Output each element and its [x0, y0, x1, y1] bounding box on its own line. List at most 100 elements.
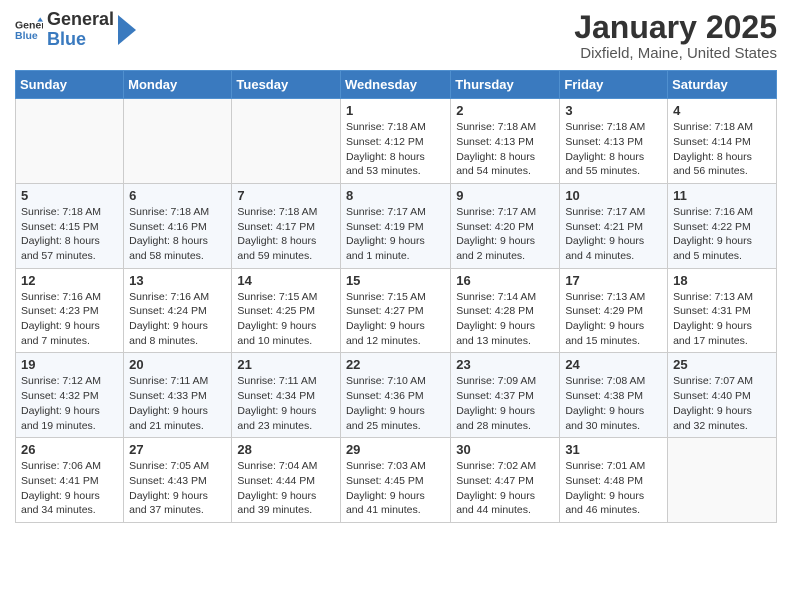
day-number: 10 — [565, 188, 662, 203]
day-number: 14 — [237, 273, 335, 288]
day-number: 24 — [565, 357, 662, 372]
day-number: 2 — [456, 103, 554, 118]
table-row — [668, 438, 777, 523]
month-title: January 2025 — [574, 10, 777, 45]
day-info: Sunrise: 7:18 AMSunset: 4:13 PMDaylight:… — [456, 120, 554, 179]
calendar-week-row: 26Sunrise: 7:06 AMSunset: 4:41 PMDayligh… — [16, 438, 777, 523]
day-info: Sunrise: 7:11 AMSunset: 4:33 PMDaylight:… — [129, 374, 226, 433]
col-friday: Friday — [560, 71, 668, 99]
title-block: January 2025 Dixfield, Maine, United Sta… — [574, 10, 777, 62]
table-row: 22Sunrise: 7:10 AMSunset: 4:36 PMDayligh… — [340, 353, 450, 438]
day-info: Sunrise: 7:17 AMSunset: 4:21 PMDaylight:… — [565, 205, 662, 264]
day-info: Sunrise: 7:18 AMSunset: 4:16 PMDaylight:… — [129, 205, 226, 264]
table-row: 4Sunrise: 7:18 AMSunset: 4:14 PMDaylight… — [668, 99, 777, 184]
day-number: 7 — [237, 188, 335, 203]
table-row: 6Sunrise: 7:18 AMSunset: 4:16 PMDaylight… — [124, 183, 232, 268]
table-row: 15 Sunrise: 7:15 AMSunset: 4:27 PMDayligh… — [340, 268, 450, 353]
day-info: Sunrise: 7:02 AMSunset: 4:47 PMDaylight:… — [456, 459, 554, 518]
day-number: 18 — [673, 273, 771, 288]
table-row: 1 Sunrise: 7:18 AMSunset: 4:12 PMDaylight… — [340, 99, 450, 184]
calendar-week-row: 5 Sunrise: 7:18 AMSunset: 4:15 PMDaylight… — [16, 183, 777, 268]
header: General Blue General Blue January 2025 D… — [15, 10, 777, 62]
logo-icon: General Blue — [15, 16, 43, 44]
day-info: Sunrise: 7:18 AMSunset: 4:13 PMDaylight:… — [565, 120, 662, 179]
day-info: Sunrise: 7:15 AMSunset: 4:27 PMDaylight:… — [346, 290, 445, 349]
calendar-week-row: 1 Sunrise: 7:18 AMSunset: 4:12 PMDaylight… — [16, 99, 777, 184]
table-row: 10 Sunrise: 7:17 AMSunset: 4:21 PMDayligh… — [560, 183, 668, 268]
day-info: Sunrise: 7:03 AMSunset: 4:45 PMDaylight:… — [346, 459, 445, 518]
day-info: Sunrise: 7:18 AMSunset: 4:15 PMDaylight:… — [21, 205, 118, 264]
table-row: 2 Sunrise: 7:18 AMSunset: 4:13 PMDaylight… — [451, 99, 560, 184]
table-row: 7Sunrise: 7:18 AMSunset: 4:17 PMDaylight… — [232, 183, 341, 268]
day-number: 28 — [237, 442, 335, 457]
logo-general-text: General — [47, 10, 114, 30]
table-row: 14 Sunrise: 7:15 AMSunset: 4:25 PMDayligh… — [232, 268, 341, 353]
location-title: Dixfield, Maine, United States — [574, 45, 777, 62]
table-row: 24 Sunrise: 7:08 AMSunset: 4:38 PMDayligh… — [560, 353, 668, 438]
day-number: 23 — [456, 357, 554, 372]
day-info: Sunrise: 7:16 AMSunset: 4:22 PMDaylight:… — [673, 205, 771, 264]
table-row: 20Sunrise: 7:11 AMSunset: 4:33 PMDayligh… — [124, 353, 232, 438]
day-info: Sunrise: 7:13 AMSunset: 4:29 PMDaylight:… — [565, 290, 662, 349]
day-number: 9 — [456, 188, 554, 203]
day-info: Sunrise: 7:08 AMSunset: 4:38 PMDaylight:… — [565, 374, 662, 433]
col-thursday: Thursday — [451, 71, 560, 99]
table-row: 12Sunrise: 7:16 AMSunset: 4:23 PMDayligh… — [16, 268, 124, 353]
table-row: 28 Sunrise: 7:04 AMSunset: 4:44 PMDayligh… — [232, 438, 341, 523]
day-number: 3 — [565, 103, 662, 118]
table-row: 9 Sunrise: 7:17 AMSunset: 4:20 PMDaylight… — [451, 183, 560, 268]
day-info: Sunrise: 7:18 AMSunset: 4:12 PMDaylight:… — [346, 120, 445, 179]
day-number: 12 — [21, 273, 118, 288]
table-row: 25 Sunrise: 7:07 AMSunset: 4:40 PMDayligh… — [668, 353, 777, 438]
day-info: Sunrise: 7:11 AMSunset: 4:34 PMDaylight:… — [237, 374, 335, 433]
day-info: Sunrise: 7:17 AMSunset: 4:20 PMDaylight:… — [456, 205, 554, 264]
day-info: Sunrise: 7:05 AMSunset: 4:43 PMDaylight:… — [129, 459, 226, 518]
col-wednesday: Wednesday — [340, 71, 450, 99]
day-number: 27 — [129, 442, 226, 457]
day-info: Sunrise: 7:01 AMSunset: 4:48 PMDaylight:… — [565, 459, 662, 518]
logo-blue-text: Blue — [47, 30, 114, 50]
day-number: 30 — [456, 442, 554, 457]
table-row: 21 Sunrise: 7:11 AMSunset: 4:34 PMDayligh… — [232, 353, 341, 438]
day-number: 21 — [237, 357, 335, 372]
table-row: 29 Sunrise: 7:03 AMSunset: 4:45 PMDayligh… — [340, 438, 450, 523]
day-number: 8 — [346, 188, 445, 203]
day-info: Sunrise: 7:12 AMSunset: 4:32 PMDaylight:… — [21, 374, 118, 433]
day-info: Sunrise: 7:17 AMSunset: 4:19 PMDaylight:… — [346, 205, 445, 264]
table-row — [124, 99, 232, 184]
day-info: Sunrise: 7:14 AMSunset: 4:28 PMDaylight:… — [456, 290, 554, 349]
col-tuesday: Tuesday — [232, 71, 341, 99]
day-number: 19 — [21, 357, 118, 372]
day-info: Sunrise: 7:18 AMSunset: 4:14 PMDaylight:… — [673, 120, 771, 179]
logo: General Blue General Blue — [15, 10, 136, 50]
day-number: 11 — [673, 188, 771, 203]
day-number: 5 — [21, 188, 118, 203]
col-monday: Monday — [124, 71, 232, 99]
table-row: 23Sunrise: 7:09 AMSunset: 4:37 PMDayligh… — [451, 353, 560, 438]
table-row: 18 Sunrise: 7:13 AMSunset: 4:31 PMDayligh… — [668, 268, 777, 353]
table-row: 3 Sunrise: 7:18 AMSunset: 4:13 PMDaylight… — [560, 99, 668, 184]
table-row: 16Sunrise: 7:14 AMSunset: 4:28 PMDayligh… — [451, 268, 560, 353]
table-row: 19 Sunrise: 7:12 AMSunset: 4:32 PMDayligh… — [16, 353, 124, 438]
day-info: Sunrise: 7:10 AMSunset: 4:36 PMDaylight:… — [346, 374, 445, 433]
day-info: Sunrise: 7:16 AMSunset: 4:24 PMDaylight:… — [129, 290, 226, 349]
day-number: 29 — [346, 442, 445, 457]
day-info: Sunrise: 7:06 AMSunset: 4:41 PMDaylight:… — [21, 459, 118, 518]
table-row: 17Sunrise: 7:13 AMSunset: 4:29 PMDayligh… — [560, 268, 668, 353]
svg-text:Blue: Blue — [15, 30, 38, 42]
table-row: 5 Sunrise: 7:18 AMSunset: 4:15 PMDaylight… — [16, 183, 124, 268]
day-info: Sunrise: 7:07 AMSunset: 4:40 PMDaylight:… — [673, 374, 771, 433]
table-row: 26Sunrise: 7:06 AMSunset: 4:41 PMDayligh… — [16, 438, 124, 523]
day-number: 13 — [129, 273, 226, 288]
calendar-header-row: Sunday Monday Tuesday Wednesday Thursday… — [16, 71, 777, 99]
day-info: Sunrise: 7:04 AMSunset: 4:44 PMDaylight:… — [237, 459, 335, 518]
day-number: 1 — [346, 103, 445, 118]
day-number: 15 — [346, 273, 445, 288]
calendar-table: Sunday Monday Tuesday Wednesday Thursday… — [15, 70, 777, 523]
table-row: 8 Sunrise: 7:17 AMSunset: 4:19 PMDaylight… — [340, 183, 450, 268]
day-number: 25 — [673, 357, 771, 372]
day-info: Sunrise: 7:13 AMSunset: 4:31 PMDaylight:… — [673, 290, 771, 349]
day-info: Sunrise: 7:15 AMSunset: 4:25 PMDaylight:… — [237, 290, 335, 349]
table-row: 11 Sunrise: 7:16 AMSunset: 4:22 PMDayligh… — [668, 183, 777, 268]
day-number: 31 — [565, 442, 662, 457]
